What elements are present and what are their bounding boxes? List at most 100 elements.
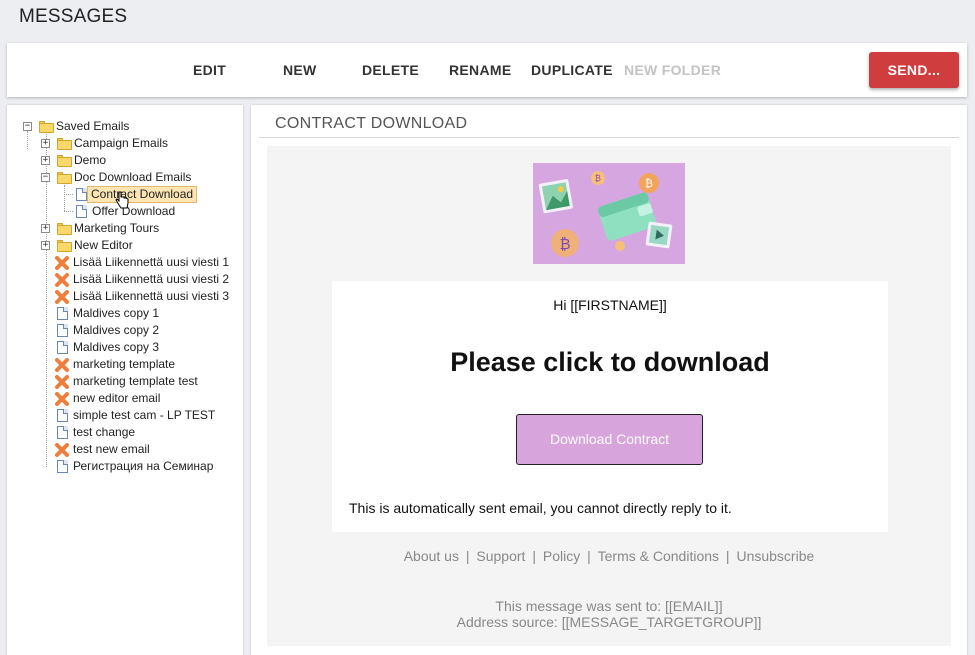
tree-node-label: Demo	[74, 153, 107, 167]
footer-links: About us | Support | Policy | Terms & Co…	[403, 548, 815, 564]
document-icon	[57, 409, 68, 422]
unsubscribe-link[interactable]: Unsubscribe	[736, 548, 814, 564]
new-folder-button: NEW FOLDER	[624, 62, 722, 78]
tree-item-email[interactable]: Maldives copy 1	[55, 305, 240, 322]
email-headline: Please click to download	[450, 347, 770, 377]
folder-icon	[57, 223, 72, 235]
tree-node-label: Campaign Emails	[74, 136, 169, 150]
greeting-text: Hi [[FIRSTNAME]]	[553, 297, 667, 313]
policy-link[interactable]: Policy	[543, 548, 580, 564]
tree-node-label: test change	[73, 425, 136, 439]
tree-node-label: Saved Emails	[56, 119, 130, 133]
tree-item-email[interactable]: Lisää Liikennettä uusi viesti 1	[55, 254, 240, 271]
tree-item-email[interactable]: Регистрация на Семинар	[55, 458, 240, 475]
expand-toggle[interactable]: +	[41, 224, 50, 233]
tree-node-label: Lisää Liikennettä uusi viesti 2	[73, 272, 230, 286]
svg-text:₿: ₿	[595, 174, 601, 183]
editor-email-icon	[55, 256, 69, 270]
email-preview: ₿ ₿ ₿ Hi [[FIRSTNAME]] Please click to d…	[267, 146, 951, 646]
expand-toggle[interactable]: +	[41, 139, 50, 148]
email-body-card: Hi [[FIRSTNAME]] Please click to downloa…	[332, 281, 888, 532]
tree-item-email[interactable]: marketing template	[55, 356, 240, 373]
rename-button[interactable]: RENAME	[449, 62, 511, 78]
tree-node-label: marketing template	[73, 357, 176, 371]
support-link[interactable]: Support	[476, 548, 525, 564]
address-source-text: Address source: [[MESSAGE_TARGETGROUP]]	[456, 614, 762, 630]
tree-node-label: Lisää Liikennettä uusi viesti 3	[73, 289, 230, 303]
tree-item-email[interactable]: Maldives copy 3	[55, 339, 240, 356]
about-us-link[interactable]: About us	[404, 548, 459, 564]
editor-email-icon	[55, 443, 69, 457]
download-contract-button[interactable]: Download Contract	[516, 414, 703, 465]
tree-folder-doc-download-emails[interactable]: − Doc Download Emails	[41, 169, 231, 186]
message-preview-panel: CONTRACT DOWNLOAD ₿ ₿ ₿ Hi [[FIRSTNAME]]…	[251, 105, 967, 655]
editor-email-icon	[55, 392, 69, 406]
new-button[interactable]: NEW	[283, 62, 317, 78]
tree-item-email[interactable]: test change	[55, 424, 240, 441]
tree-item-email[interactable]: new editor email	[55, 390, 240, 407]
tree-node-label: Marketing Tours	[74, 221, 160, 235]
tree-item-email[interactable]: simple test cam - LP TEST	[55, 407, 240, 424]
tree-node-saved-emails[interactable]: − Saved Emails	[23, 118, 223, 135]
tree-item-email[interactable]: marketing template test	[55, 373, 240, 390]
duplicate-button[interactable]: DUPLICATE	[531, 62, 613, 78]
tree-folder-campaign-emails[interactable]: + Campaign Emails	[41, 135, 231, 152]
toolbar: EDIT NEW DELETE RENAME DUPLICATE NEW FOL…	[7, 43, 967, 97]
tree-item-email[interactable]: test new email	[55, 441, 240, 458]
tree-folder-new-editor[interactable]: + New Editor	[41, 237, 231, 254]
folder-open-icon	[57, 172, 72, 184]
folder-icon	[57, 240, 72, 252]
edit-button[interactable]: EDIT	[193, 62, 226, 78]
folder-open-icon	[39, 121, 54, 133]
send-button[interactable]: SEND...	[869, 52, 959, 88]
divider	[259, 137, 959, 138]
document-icon	[57, 460, 68, 473]
document-icon	[76, 188, 87, 201]
tree-folder-marketing-tours[interactable]: + Marketing Tours	[41, 220, 231, 237]
tree-node-label: test new email	[73, 442, 150, 456]
document-icon	[57, 426, 68, 439]
tree-node-label: new editor email	[73, 391, 161, 405]
tree-node-label: marketing template test	[73, 374, 198, 388]
terms-link[interactable]: Terms & Conditions	[598, 548, 719, 564]
folder-icon	[57, 155, 72, 167]
tree-item-contract-download[interactable]: Contract Download	[74, 186, 224, 203]
tree-node-label: Maldives copy 1	[73, 306, 160, 320]
expand-toggle[interactable]: +	[41, 241, 50, 250]
tree-item-email[interactable]: Lisää Liikennettä uusi viesti 2	[55, 271, 240, 288]
editor-email-icon	[55, 290, 69, 304]
tree-item-email[interactable]: Maldives copy 2	[55, 322, 240, 339]
auto-email-note: This is automatically sent email, you ca…	[349, 500, 732, 516]
editor-email-icon	[55, 375, 69, 389]
collapse-toggle[interactable]: −	[23, 122, 32, 131]
tree-node-label: Offer Download	[92, 204, 176, 218]
hero-image: ₿ ₿ ₿	[533, 163, 685, 264]
folder-icon	[57, 138, 72, 150]
document-icon	[57, 307, 68, 320]
message-title: CONTRACT DOWNLOAD	[275, 115, 468, 132]
tree-node-label: Maldives copy 2	[73, 323, 160, 337]
tree-node-label: Maldives copy 3	[73, 340, 160, 354]
tree-item-email[interactable]: Lisää Liikennettä uusi viesti 3	[55, 288, 240, 305]
editor-email-icon	[55, 273, 69, 287]
document-icon	[76, 205, 87, 218]
delete-button[interactable]: DELETE	[362, 62, 419, 78]
editor-email-icon	[55, 358, 69, 372]
tree-node-label: Lisää Liikennettä uusi viesti 1	[73, 255, 230, 269]
tree-node-label: Регистрация на Семинар	[73, 459, 214, 473]
svg-text:₿: ₿	[559, 236, 570, 253]
hand-cursor-icon	[115, 191, 129, 209]
footer-sent-info: This message was sent to: [[EMAIL]] Addr…	[267, 598, 951, 630]
document-icon	[57, 341, 68, 354]
expand-toggle[interactable]: +	[41, 156, 50, 165]
tree-node-label: Contract Download	[87, 186, 198, 203]
tree-node-label: simple test cam - LP TEST	[73, 408, 216, 422]
tree-item-offer-download[interactable]: Offer Download	[74, 203, 224, 220]
collapse-toggle[interactable]: −	[41, 173, 50, 182]
document-icon	[57, 324, 68, 337]
tree-node-label: New Editor	[74, 238, 133, 252]
tree-folder-demo[interactable]: + Demo	[41, 152, 231, 169]
sent-to-text: This message was sent to: [[EMAIL]]	[495, 598, 723, 614]
tree-node-label: Doc Download Emails	[74, 170, 192, 184]
message-tree: − Saved Emails + Campaign Emails + Demo …	[7, 105, 243, 655]
